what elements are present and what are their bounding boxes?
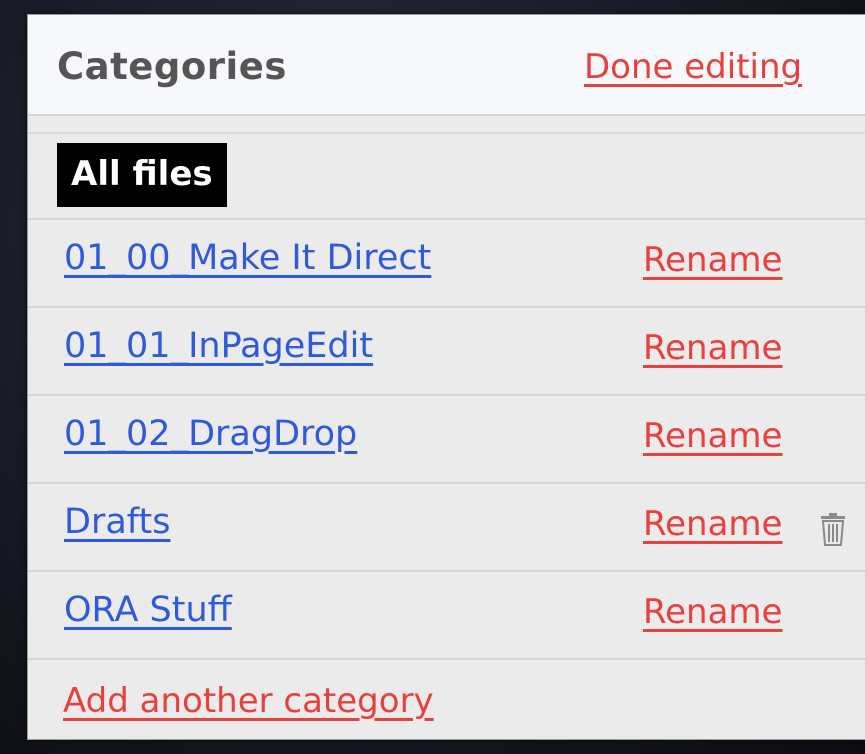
category-link[interactable]: 01_01_InPageEdit (64, 326, 373, 366)
all-files-item[interactable]: All files (57, 143, 227, 207)
rename-link[interactable]: Rename (643, 416, 782, 456)
category-row: ORA Stuff Rename (28, 570, 865, 660)
panel-header: Categories Done editing (28, 15, 865, 116)
divider (28, 132, 865, 134)
trash-icon[interactable] (819, 512, 847, 546)
rename-link[interactable]: Rename (643, 240, 782, 280)
categories-panel: Categories Done editing All files 01_00_… (27, 14, 865, 740)
category-link[interactable]: 01_00_Make It Direct (64, 238, 431, 278)
category-link[interactable]: ORA Stuff (64, 590, 232, 630)
category-row: 01_00_Make It Direct Rename (28, 218, 865, 308)
panel-title: Categories (57, 45, 287, 88)
add-category-link[interactable]: Add another category (63, 681, 434, 721)
rename-link[interactable]: Rename (643, 504, 782, 544)
rename-link[interactable]: Rename (643, 328, 782, 368)
rename-link[interactable]: Rename (643, 592, 782, 632)
done-editing-link[interactable]: Done editing (584, 47, 802, 87)
category-row: 01_01_InPageEdit Rename (28, 306, 865, 396)
category-link[interactable]: 01_02_DragDrop (64, 414, 357, 454)
category-row: Drafts Rename (28, 482, 865, 572)
category-row: 01_02_DragDrop Rename (28, 394, 865, 484)
category-link[interactable]: Drafts (64, 502, 170, 542)
